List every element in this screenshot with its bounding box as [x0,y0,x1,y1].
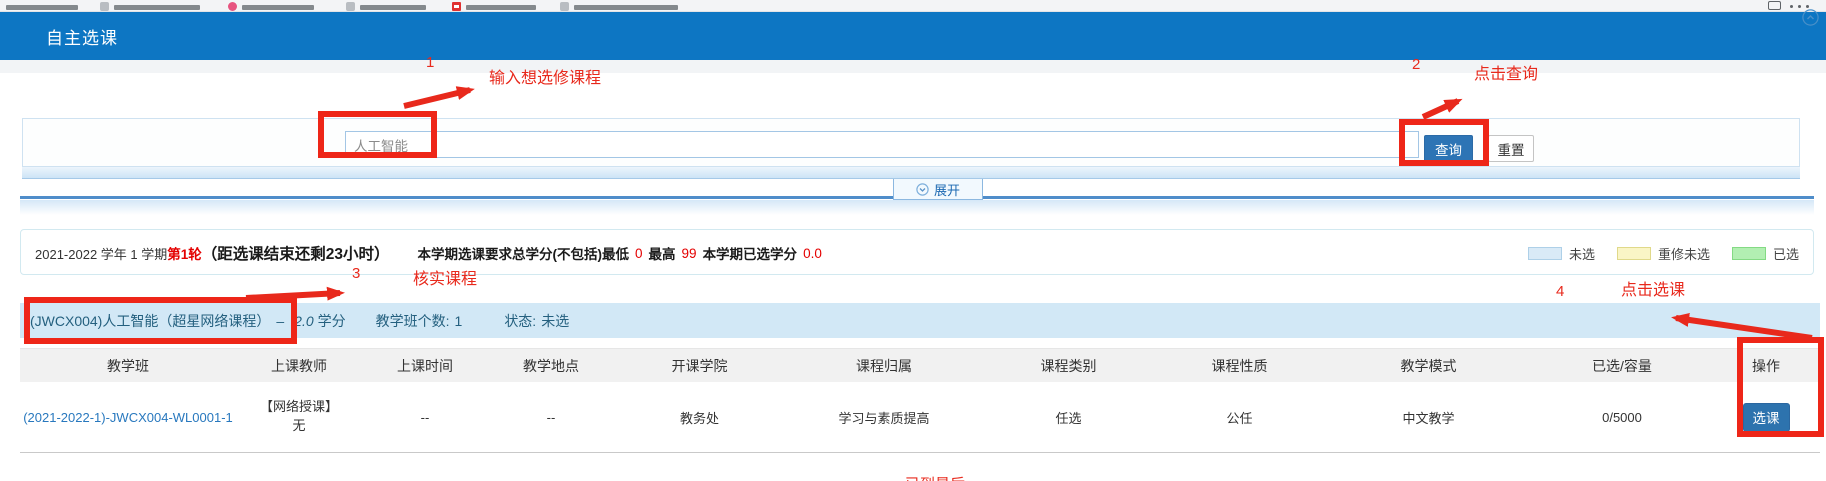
col-header-teacher: 上课教师 [236,356,362,376]
course-status-value: 未选 [541,311,569,331]
step4-number: 4 [1556,283,1564,300]
favicon-generic-icon [346,2,355,11]
query-button[interactable]: 查询 [1424,135,1473,162]
credit-max-value: 99 [682,246,697,261]
select-course-button[interactable]: 选课 [1743,403,1790,432]
table-row: (2021-2022-1)-JWCX004-WL0001-1 【网络授课】 无 … [20,382,1820,453]
course-belong-cell: 学习与素质提高 [785,408,983,427]
col-header-mode: 教学模式 [1325,356,1532,376]
collapse-course-icon[interactable] [1802,9,1819,26]
semester-round: 第1轮 [167,243,202,263]
semester-term: 2021-2022 学年 1 学期 [35,244,167,263]
step3-label: 核实课程 [413,265,477,289]
course-band: (JWCX004)人工智能（超星网络课程） – 2.0 学分 教学班个数: 1 … [20,303,1820,338]
selected-swatch [1732,247,1766,260]
step1-label: 输入想选修课程 [489,64,601,88]
class-place-cell: -- [488,410,614,425]
col-header-action: 操作 [1712,356,1820,376]
credit-max-label: 最高 [649,243,676,263]
course-status-label: 状态: [504,311,536,331]
more-dot-icon [1798,5,1801,8]
header-substrip [0,60,1826,73]
selected-credit-label: 本学期已选学分 [703,243,798,263]
favicon-generic-icon [560,2,569,11]
college-cell: 教务处 [614,408,785,427]
legend-item-retake: 重修未选 [1617,244,1710,263]
arrow-step3 [246,293,340,298]
selection-countdown: （距选课结束还剩23小时） [202,242,390,264]
col-header-time: 上课时间 [362,356,488,376]
col-header-class: 教学班 [20,356,236,376]
class-count-value: 1 [455,313,463,329]
device-icon[interactable] [1768,1,1781,10]
favicon-generic-icon [100,2,109,11]
panel-footer-band [22,167,1800,179]
selected-credit-value: 0.0 [803,246,822,261]
col-header-belong: 课程归属 [785,356,983,376]
favicon-red-badge-icon [452,2,461,11]
more-dot-icon [1806,5,1809,8]
course-search-input[interactable] [345,131,1419,158]
step2-number: 2 [1412,56,1420,73]
arrow-step2 [1423,101,1458,117]
credit-rule-label: 本学期选课要求总学分(不包括)最低 [418,243,630,263]
course-credit-value: 2.0 [294,313,313,329]
course-dash: – [276,313,284,329]
course-category-cell: 任选 [983,408,1154,427]
page-title: 自主选课 [46,24,118,49]
step2-label: 点击查询 [1474,60,1538,84]
col-header-nature: 课程性质 [1154,356,1325,376]
clipped-footer-text: 已到最后 [905,473,965,481]
status-legend: 未选 重修未选 已选 [1528,230,1799,276]
col-header-college: 开课学院 [614,356,785,376]
credit-min-value: 0 [635,246,643,261]
class-time-cell: -- [362,410,488,425]
semester-info-box: 2021-2022 学年 1 学期 第1轮 （距选课结束还剩23小时） 本学期选… [20,229,1814,275]
teacher-name: 无 [260,417,338,436]
teacher-cell: 【网络授课】 无 [260,398,338,436]
col-header-category: 课程类别 [983,356,1154,376]
class-id-link[interactable]: (2021-2022-1)-JWCX004-WL0001-1 [23,410,233,425]
step3-number: 3 [352,265,360,282]
table-header-row: 教学班 上课教师 上课时间 教学地点 开课学院 课程归属 课程类别 课程性质 教… [20,348,1820,382]
class-count-label: 教学班个数: [376,311,450,331]
teach-mode-cell: 中文教学 [1325,408,1532,427]
more-dot-icon [1790,5,1793,8]
col-header-place: 教学地点 [488,356,614,376]
capacity-cell: 0/5000 [1532,410,1712,425]
unselected-swatch [1528,247,1562,260]
chevron-down-circle-icon [916,183,929,196]
class-table: 教学班 上课教师 上课时间 教学地点 开课学院 课程归属 课程类别 课程性质 教… [20,348,1820,453]
arrow-step1 [404,90,470,106]
legend-item-selected: 已选 [1732,244,1799,263]
course-credit-unit: 学分 [318,311,346,331]
browser-bookmarks-bar [0,0,1826,12]
legend-item-unselected: 未选 [1528,244,1595,263]
expand-label: 展开 [934,180,960,199]
section-divider-glow [20,200,1814,215]
course-title: (JWCX004)人工智能（超星网络课程） [30,311,270,331]
teacher-tag: 【网络授课】 [260,398,338,417]
expand-toggle[interactable]: 展开 [893,179,983,200]
page: 自主选课 查询 重置 展开 2021-2022 学年 1 学期 第1轮 （距选课… [0,0,1826,481]
col-header-capacity: 已选/容量 [1532,356,1712,376]
retake-swatch [1617,247,1651,260]
app-header: 自主选课 [0,12,1826,60]
step1-number: 1 [426,54,434,71]
step4-label: 点击选课 [1621,276,1685,300]
course-nature-cell: 公任 [1154,408,1325,427]
reset-button[interactable]: 重置 [1488,135,1534,162]
favicon-red-circle-icon [228,2,237,11]
